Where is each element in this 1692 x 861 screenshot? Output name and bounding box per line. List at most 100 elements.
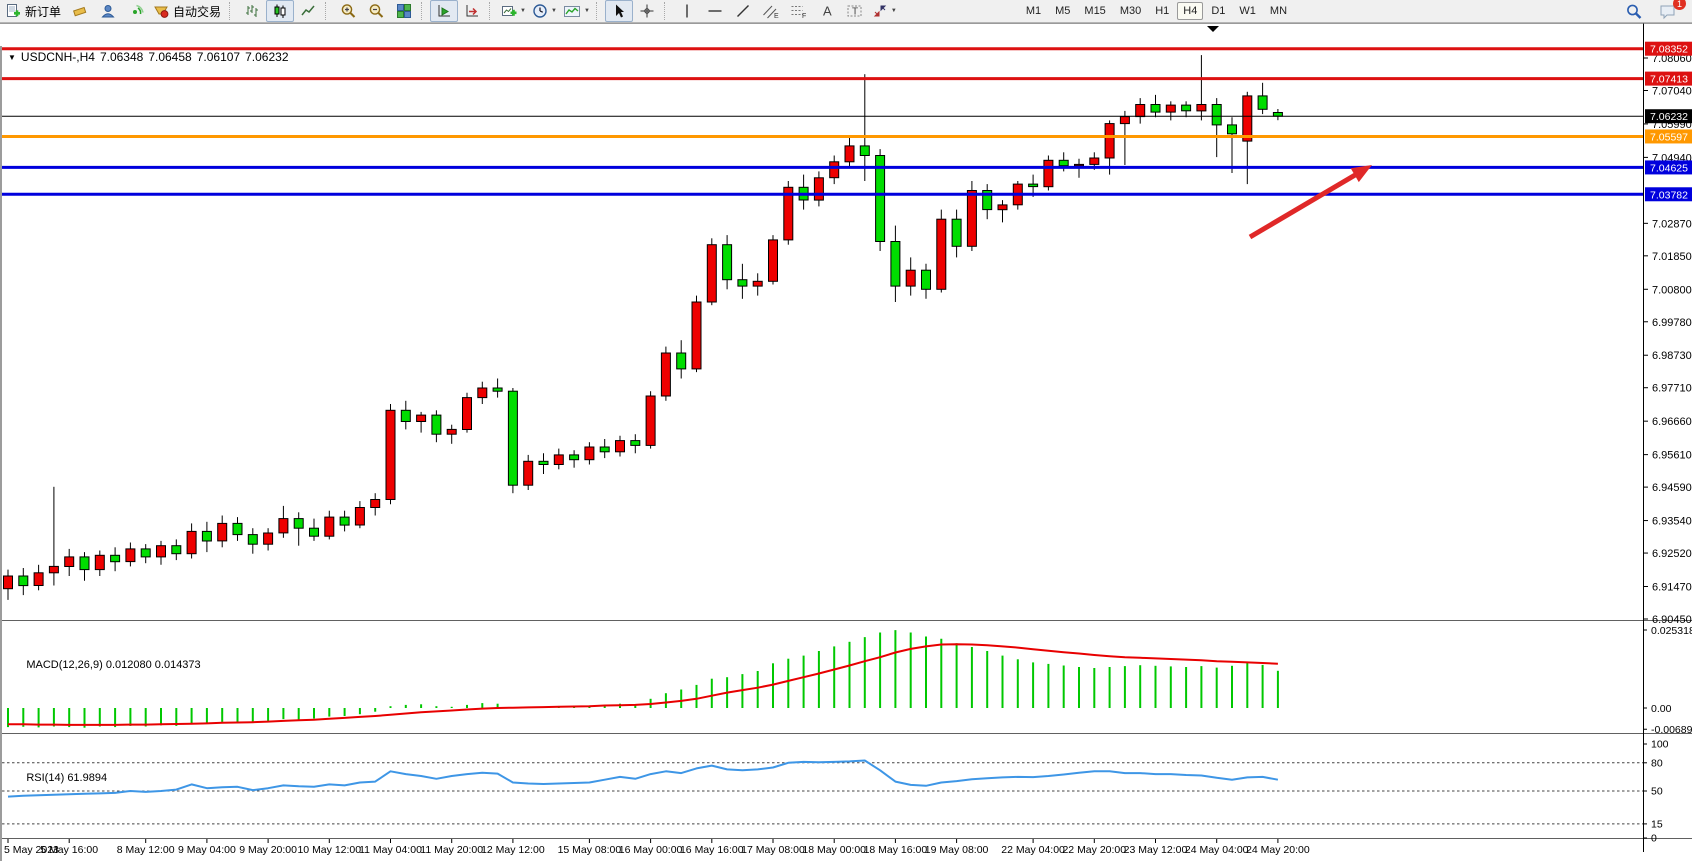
time-tick-label[interactable]: 15 May 08:00 (558, 844, 622, 856)
time-tick-label[interactable]: 9 May 04:00 (178, 844, 236, 856)
toolbar-separator (596, 2, 602, 20)
candle-body (1243, 96, 1252, 141)
crosshair-button[interactable] (633, 0, 661, 22)
horizontal-line-icon (707, 3, 723, 19)
candle-body (952, 219, 961, 246)
timeframe-button-m30[interactable]: M30 (1114, 2, 1147, 20)
timeframe-button-m15[interactable]: M15 (1078, 2, 1111, 20)
candle-body (616, 441, 625, 452)
price-badge-label: 7.06232 (1650, 111, 1688, 123)
time-tick-label[interactable]: 5 May 16:00 (40, 844, 98, 856)
candle-body (371, 500, 380, 508)
candle-body (172, 546, 181, 554)
candle-body (4, 576, 13, 589)
candle-body (692, 302, 701, 369)
timeframe-button-m5[interactable]: M5 (1049, 2, 1076, 20)
time-tick-label[interactable]: 18 May 00:00 (802, 844, 866, 856)
vertical-line-tool-button[interactable] (673, 0, 701, 22)
time-tick-label[interactable]: 24 May 20:00 (1246, 844, 1310, 856)
candle-body (65, 557, 74, 567)
candle-body (1059, 160, 1068, 165)
chart-title-collapse-icon[interactable]: ▼ (8, 53, 16, 62)
arrows-tool-button[interactable]: ▼ (869, 0, 900, 22)
mt4-terminal: 新订单 自动交易 (0, 0, 1692, 861)
time-tick-label[interactable]: 9 May 20:00 (239, 844, 297, 856)
time-tick-label[interactable]: 17 May 08:00 (741, 844, 805, 856)
periods-button[interactable]: ▼ (529, 0, 560, 22)
candle-body (539, 461, 548, 464)
trendline-tool-button[interactable] (729, 0, 757, 22)
crayon-icon (72, 3, 88, 19)
candle-body (386, 410, 395, 499)
chart-canvas[interactable]: 7.080607.070407.059907.049407.028707.018… (0, 23, 1692, 861)
candlestick-chart-button[interactable] (266, 0, 294, 22)
timeframe-button-mn[interactable]: MN (1264, 2, 1293, 20)
chat-notification-badge: 1 (1673, 0, 1686, 10)
chat-button[interactable]: 1 (1654, 0, 1682, 22)
bar-chart-button[interactable] (238, 0, 266, 22)
toolbar-separator (421, 2, 427, 20)
candle-body (202, 531, 211, 541)
candle-body (478, 388, 487, 398)
styler-button[interactable] (66, 0, 94, 22)
candle-body (1151, 105, 1160, 113)
candlestick-chart-icon (272, 3, 288, 19)
timeframe-button-h4[interactable]: H4 (1177, 2, 1203, 20)
candle-body (1273, 113, 1282, 117)
svg-text:T: T (852, 7, 858, 18)
line-chart-button[interactable] (294, 0, 322, 22)
new-order-icon (5, 3, 21, 19)
text-label-tool-button[interactable]: T (841, 0, 869, 22)
new-chart-button[interactable]: ▼ (498, 0, 529, 22)
template-icon (563, 3, 581, 19)
candle-body (463, 398, 472, 430)
candle-body (922, 270, 931, 289)
horizontal-line-tool-button[interactable] (701, 0, 729, 22)
text-tool-button[interactable]: A (813, 0, 841, 22)
auto-trading-button[interactable]: 自动交易 (150, 0, 226, 22)
svg-text:E: E (774, 13, 779, 19)
timeframe-button-h1[interactable]: H1 (1149, 2, 1175, 20)
time-tick-label[interactable]: 8 May 12:00 (117, 844, 175, 856)
time-tick-label[interactable]: 16 May 16:00 (680, 844, 744, 856)
chart-shift-button[interactable] (458, 0, 486, 22)
tile-windows-button[interactable] (390, 0, 418, 22)
candle-body (937, 219, 946, 289)
signals-button[interactable] (122, 0, 150, 22)
zoom-in-icon (340, 3, 357, 19)
fibonacci-tool-button[interactable]: F (785, 0, 813, 22)
fibonacci-icon: F (790, 3, 808, 19)
time-tick-label[interactable]: 16 May 00:00 (619, 844, 683, 856)
price-tick-label: 6.95610 (1652, 450, 1692, 462)
time-tick-label[interactable]: 23 May 12:00 (1124, 844, 1188, 856)
text-label-icon: T (846, 3, 864, 19)
equidistant-channel-tool-button[interactable]: E (757, 0, 785, 22)
time-tick-label[interactable]: 22 May 04:00 (1001, 844, 1065, 856)
templates-button[interactable]: ▼ (560, 0, 593, 22)
candle-body (218, 523, 227, 541)
rsi-indicator-label: RSI(14) 61.9894 (8, 760, 107, 796)
community-button[interactable] (94, 0, 122, 22)
time-tick-label[interactable]: 22 May 20:00 (1062, 844, 1126, 856)
rsi-axis-label: 50 (1651, 786, 1663, 798)
time-tick-label[interactable]: 10 May 12:00 (297, 844, 361, 856)
timeframe-button-m1[interactable]: M1 (1020, 2, 1047, 20)
time-tick-label[interactable]: 19 May 08:00 (925, 844, 989, 856)
zoom-out-button[interactable] (362, 0, 390, 22)
zoom-in-button[interactable] (334, 0, 362, 22)
time-tick-label[interactable]: 18 May 16:00 (864, 844, 928, 856)
candle-body (310, 528, 319, 536)
timeframe-button-d1[interactable]: D1 (1205, 2, 1231, 20)
timeframe-button-w1[interactable]: W1 (1233, 2, 1262, 20)
price-tick-label: 6.99780 (1652, 317, 1692, 329)
time-tick-label[interactable]: 12 May 12:00 (481, 844, 545, 856)
new-order-button[interactable]: 新订单 (2, 0, 66, 22)
time-tick-label[interactable]: 24 May 04:00 (1185, 844, 1249, 856)
auto-trading-label: 自动交易 (171, 3, 223, 20)
cursor-button[interactable] (605, 0, 633, 22)
time-tick-label[interactable]: 11 May 20:00 (420, 844, 483, 856)
search-button[interactable] (1620, 0, 1648, 22)
candle-body (126, 549, 135, 562)
auto-scroll-button[interactable] (430, 0, 458, 22)
time-tick-label[interactable]: 11 May 04:00 (359, 844, 422, 856)
